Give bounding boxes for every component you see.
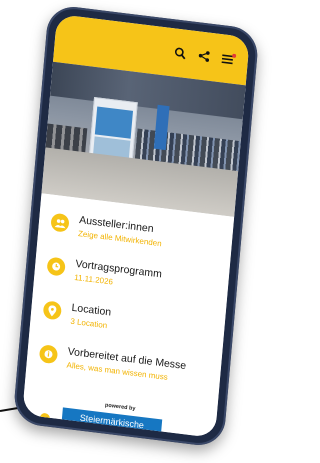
search-icon[interactable]: [174, 47, 187, 60]
info-icon: [38, 344, 59, 365]
hero-photo: [41, 61, 246, 217]
header-actions: [174, 47, 237, 67]
menu-icon[interactable]: [221, 52, 237, 66]
people-icon: [50, 212, 70, 233]
menu-item-subtitle: 3 Location: [70, 316, 108, 331]
phone-frame: Aussteller:innen Zeige alle Mitwirkenden…: [12, 3, 260, 449]
location-pin-icon: [42, 300, 63, 321]
scroll-indicator-icon: [39, 412, 51, 424]
menu-list: Aussteller:innen Zeige alle Mitwirkenden…: [22, 193, 235, 439]
clock-icon: [46, 256, 66, 277]
phone-screen: Aussteller:innen Zeige alle Mitwirkenden…: [22, 13, 250, 439]
share-icon[interactable]: [198, 49, 211, 62]
notification-dot-icon: [232, 53, 237, 58]
menu-item-subtitle: 11.11.2026: [73, 272, 114, 287]
promo-scene: Aussteller:innen Zeige alle Mitwirkenden…: [0, 0, 272, 463]
menu-item-title: Location: [71, 301, 112, 319]
